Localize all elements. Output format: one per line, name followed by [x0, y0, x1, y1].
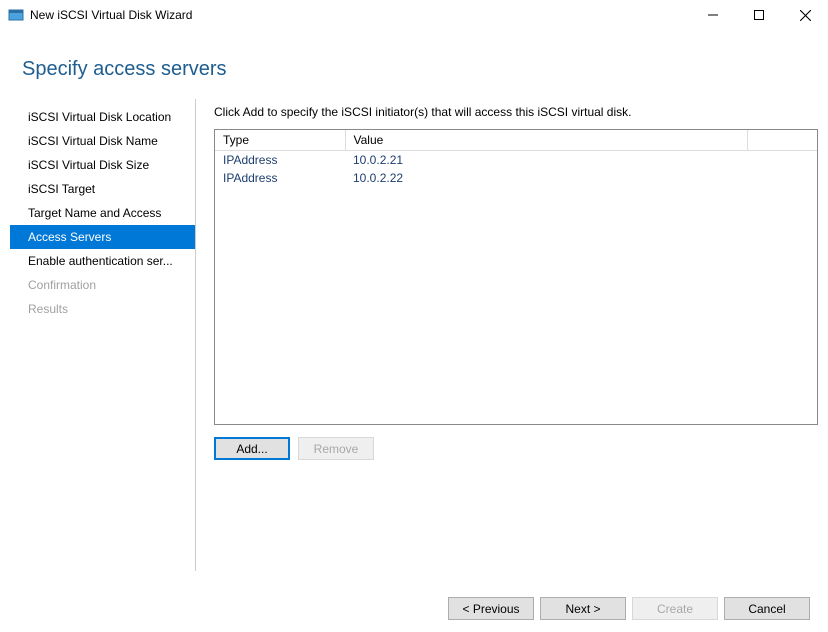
wizard-header: Specify access servers	[0, 30, 828, 99]
cancel-button[interactable]: Cancel	[724, 597, 810, 620]
wizard-steps-sidebar: iSCSI Virtual Disk Location iSCSI Virtua…	[10, 99, 196, 571]
page-title: Specify access servers	[22, 58, 806, 81]
step-iscsi-target[interactable]: iSCSI Target	[10, 177, 195, 201]
step-vdisk-name[interactable]: iSCSI Virtual Disk Name	[10, 129, 195, 153]
step-results: Results	[10, 297, 195, 321]
create-button: Create	[632, 597, 718, 620]
add-button[interactable]: Add...	[214, 437, 290, 460]
step-target-name-access[interactable]: Target Name and Access	[10, 201, 195, 225]
column-header-spacer	[747, 130, 817, 151]
step-vdisk-size[interactable]: iSCSI Virtual Disk Size	[10, 153, 195, 177]
wizard-footer: < Previous Next > Create Cancel	[448, 597, 810, 620]
column-header-type[interactable]: Type	[215, 130, 345, 151]
step-confirmation: Confirmation	[10, 273, 195, 297]
cell-value: 10.0.2.22	[345, 169, 747, 187]
previous-button[interactable]: < Previous	[448, 597, 534, 620]
table-row[interactable]: IPAddress 10.0.2.22	[215, 169, 817, 187]
app-icon	[8, 7, 24, 23]
step-access-servers[interactable]: Access Servers	[10, 225, 195, 249]
initiators-table-container: Type Value IPAddress 10.0.2.21 IPAddress…	[214, 129, 818, 425]
close-button[interactable]	[782, 0, 828, 30]
cell-type: IPAddress	[215, 169, 345, 187]
step-vdisk-location[interactable]: iSCSI Virtual Disk Location	[10, 105, 195, 129]
minimize-button[interactable]	[690, 0, 736, 30]
column-header-value[interactable]: Value	[345, 130, 747, 151]
window-controls	[690, 0, 828, 30]
cell-value: 10.0.2.21	[345, 151, 747, 170]
instruction-text: Click Add to specify the iSCSI initiator…	[214, 105, 818, 119]
table-action-row: Add... Remove	[214, 437, 818, 460]
initiators-table[interactable]: Type Value IPAddress 10.0.2.21 IPAddress…	[215, 130, 817, 187]
maximize-button[interactable]	[736, 0, 782, 30]
window-title: New iSCSI Virtual Disk Wizard	[30, 8, 690, 22]
remove-button: Remove	[298, 437, 374, 460]
table-row[interactable]: IPAddress 10.0.2.21	[215, 151, 817, 170]
wizard-main-panel: Click Add to specify the iSCSI initiator…	[196, 99, 818, 571]
next-button[interactable]: Next >	[540, 597, 626, 620]
cell-type: IPAddress	[215, 151, 345, 170]
step-enable-authentication[interactable]: Enable authentication ser...	[10, 249, 195, 273]
title-bar: New iSCSI Virtual Disk Wizard	[0, 0, 828, 30]
